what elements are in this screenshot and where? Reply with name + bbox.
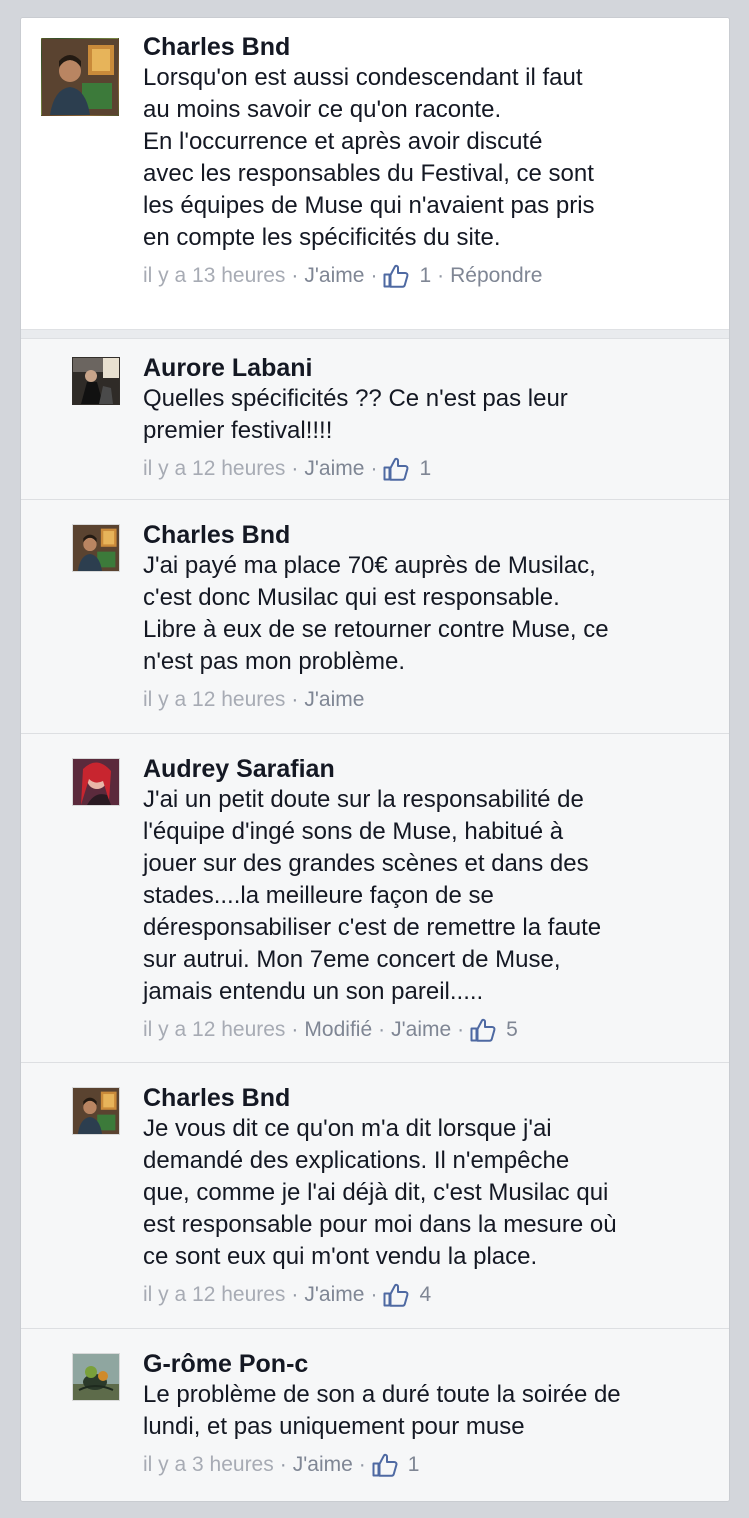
comment-reply: Aurore Labani Quelles spécificités ?? Ce… bbox=[21, 339, 729, 500]
meta-separator: · bbox=[291, 1018, 299, 1041]
comment-timestamp[interactable]: il y a 13 heures bbox=[143, 262, 285, 290]
like-link[interactable]: J'aime bbox=[391, 1016, 451, 1044]
comment-text-line: sur autrui. Mon 7eme concert de Muse, bbox=[143, 946, 561, 973]
thumbs-up-icon[interactable] bbox=[383, 264, 409, 288]
meta-separator: · bbox=[291, 264, 299, 287]
comment-main: Charles Bnd Lorsqu'on est aussi condesce… bbox=[21, 18, 729, 330]
avatar-aurore-labani[interactable] bbox=[72, 357, 120, 405]
comment-text-line: J'ai payé ma place 70€ auprès de Musilac… bbox=[143, 552, 596, 579]
comment-content: G-rôme Pon-c Le problème de son a duré t… bbox=[143, 1349, 711, 1479]
like-count[interactable]: 1 bbox=[419, 455, 431, 483]
comment-timestamp[interactable]: il y a 12 heures bbox=[143, 686, 285, 714]
comment-author[interactable]: Aurore Labani bbox=[143, 353, 711, 383]
like-link[interactable]: J'aime bbox=[304, 686, 364, 714]
comment-text-line: en compte les spécificités du site. bbox=[143, 224, 501, 251]
thumbs-up-icon[interactable] bbox=[470, 1018, 496, 1042]
reply-link[interactable]: Répondre bbox=[450, 262, 542, 290]
comment-author[interactable]: G-rôme Pon-c bbox=[143, 1349, 711, 1379]
comment-text-line: J'ai un petit doute sur la responsabilit… bbox=[143, 786, 584, 813]
comment-text-line: les équipes de Muse qui n'avaient pas pr… bbox=[143, 192, 595, 219]
comment-meta: il y a 3 heures · J'aime · 1 bbox=[143, 1451, 711, 1479]
avatar-charles-bnd[interactable] bbox=[41, 38, 119, 116]
meta-separator: · bbox=[378, 1018, 386, 1041]
comment-text-line: ce sont eux qui m'ont vendu la place. bbox=[143, 1243, 538, 1270]
like-count[interactable]: 4 bbox=[419, 1281, 431, 1309]
avatar-charles-bnd[interactable] bbox=[72, 1087, 120, 1135]
comment-text-line: Je vous dit ce qu'on m'a dit lorsque j'a… bbox=[143, 1115, 552, 1142]
comment-text-line: stades....la meilleure façon de se bbox=[143, 882, 494, 909]
comment-text-line: Lorsqu'on est aussi condescendant il fau… bbox=[143, 64, 583, 91]
comment-timestamp[interactable]: il y a 12 heures bbox=[143, 1281, 285, 1309]
comment-timestamp[interactable]: il y a 12 heures bbox=[143, 1016, 285, 1044]
like-link[interactable]: J'aime bbox=[304, 262, 364, 290]
comment-text-line: avec les responsables du Festival, ce so… bbox=[143, 160, 594, 187]
meta-separator: · bbox=[291, 457, 299, 480]
avatar-audrey-sarafian[interactable] bbox=[72, 758, 120, 806]
comment-meta: il y a 13 heures · J'aime · 1 · Répondre bbox=[143, 262, 711, 290]
comment-text-line: c'est donc Musilac qui est responsable. bbox=[143, 584, 560, 611]
avatar-g-rome-pon-c[interactable] bbox=[72, 1353, 120, 1401]
meta-separator: · bbox=[370, 457, 378, 480]
like-link[interactable]: J'aime bbox=[293, 1451, 353, 1479]
comment-text-line: déresponsabiliser c'est de remettre la f… bbox=[143, 914, 602, 941]
comment-content: Charles Bnd J'ai payé ma place 70€ auprè… bbox=[143, 520, 711, 714]
comment-meta: il y a 12 heures · J'aime · 1 bbox=[143, 455, 711, 483]
avatar-charles-bnd[interactable] bbox=[72, 524, 120, 572]
comment-text-line: au moins savoir ce qu'on raconte. bbox=[143, 96, 502, 123]
comment-text-line: En l'occurrence et après avoir discuté bbox=[143, 128, 543, 155]
like-count[interactable]: 1 bbox=[419, 262, 431, 290]
comment-timestamp[interactable]: il y a 12 heures bbox=[143, 455, 285, 483]
like-count[interactable]: 5 bbox=[506, 1016, 518, 1044]
comment-reply: Audrey Sarafian J'ai un petit doute sur … bbox=[21, 734, 729, 1063]
meta-separator: · bbox=[358, 1453, 366, 1476]
comment-meta: il y a 12 heures · J'aime · 4 bbox=[143, 1281, 711, 1309]
comment-text-line: Le problème de son a duré toute la soiré… bbox=[143, 1381, 621, 1408]
meta-separator: · bbox=[291, 688, 299, 711]
comments-panel: Charles Bnd Lorsqu'on est aussi condesce… bbox=[20, 17, 730, 1502]
comment-content: Charles Bnd Je vous dit ce qu'on m'a dit… bbox=[143, 1083, 711, 1309]
edited-link[interactable]: Modifié bbox=[304, 1016, 372, 1044]
meta-separator: · bbox=[291, 1283, 299, 1306]
comment-text-line: jamais entendu un son pareil..... bbox=[143, 978, 484, 1005]
comment-reply: Charles Bnd Je vous dit ce qu'on m'a dit… bbox=[21, 1063, 729, 1329]
meta-separator: · bbox=[370, 264, 378, 287]
meta-separator: · bbox=[457, 1018, 465, 1041]
comment-text-line: premier festival!!!! bbox=[143, 417, 333, 444]
comment-text-line: demandé des explications. Il n'empêche bbox=[143, 1147, 570, 1174]
comment-text-line: lundi, et pas uniquement pour muse bbox=[143, 1413, 525, 1440]
like-link[interactable]: J'aime bbox=[304, 455, 364, 483]
comment-content: Audrey Sarafian J'ai un petit doute sur … bbox=[143, 754, 711, 1044]
comment-text-line: jouer sur des grandes scènes et dans des bbox=[143, 850, 589, 877]
comment-author[interactable]: Charles Bnd bbox=[143, 1083, 711, 1113]
comment-meta: il y a 12 heures · Modifié · J'aime · 5 bbox=[143, 1016, 711, 1044]
comment-content: Charles Bnd Lorsqu'on est aussi condesce… bbox=[143, 32, 711, 290]
comment-text-line: Quelles spécificités ?? Ce n'est pas leu… bbox=[143, 385, 568, 412]
like-count[interactable]: 1 bbox=[408, 1451, 420, 1479]
comment-text-line: n'est pas mon problème. bbox=[143, 648, 406, 675]
comment-meta: il y a 12 heures · J'aime bbox=[143, 686, 711, 714]
meta-separator: · bbox=[437, 264, 445, 287]
comment-text-line: que, comme je l'ai déjà dit, c'est Musil… bbox=[143, 1179, 609, 1206]
comment-timestamp[interactable]: il y a 3 heures bbox=[143, 1451, 274, 1479]
meta-separator: · bbox=[279, 1453, 287, 1476]
thumbs-up-icon[interactable] bbox=[372, 1453, 398, 1477]
comment-reply: Charles Bnd J'ai payé ma place 70€ auprè… bbox=[21, 500, 729, 734]
meta-separator: · bbox=[370, 1283, 378, 1306]
comment-author[interactable]: Audrey Sarafian bbox=[143, 754, 711, 784]
comment-author[interactable]: Charles Bnd bbox=[143, 520, 711, 550]
comment-author[interactable]: Charles Bnd bbox=[143, 32, 711, 62]
comment-text-line: est responsable pour moi dans la mesure … bbox=[143, 1211, 617, 1238]
like-link[interactable]: J'aime bbox=[304, 1281, 364, 1309]
comment-text-line: Libre à eux de se retourner contre Muse,… bbox=[143, 616, 609, 643]
comment-reply: G-rôme Pon-c Le problème de son a duré t… bbox=[21, 1329, 729, 1501]
thumbs-up-icon[interactable] bbox=[383, 1283, 409, 1307]
comment-text-line: l'équipe d'ingé sons de Muse, habitué à bbox=[143, 818, 564, 845]
comment-content: Aurore Labani Quelles spécificités ?? Ce… bbox=[143, 353, 711, 483]
thread-divider bbox=[21, 330, 729, 339]
thumbs-up-icon[interactable] bbox=[383, 457, 409, 481]
